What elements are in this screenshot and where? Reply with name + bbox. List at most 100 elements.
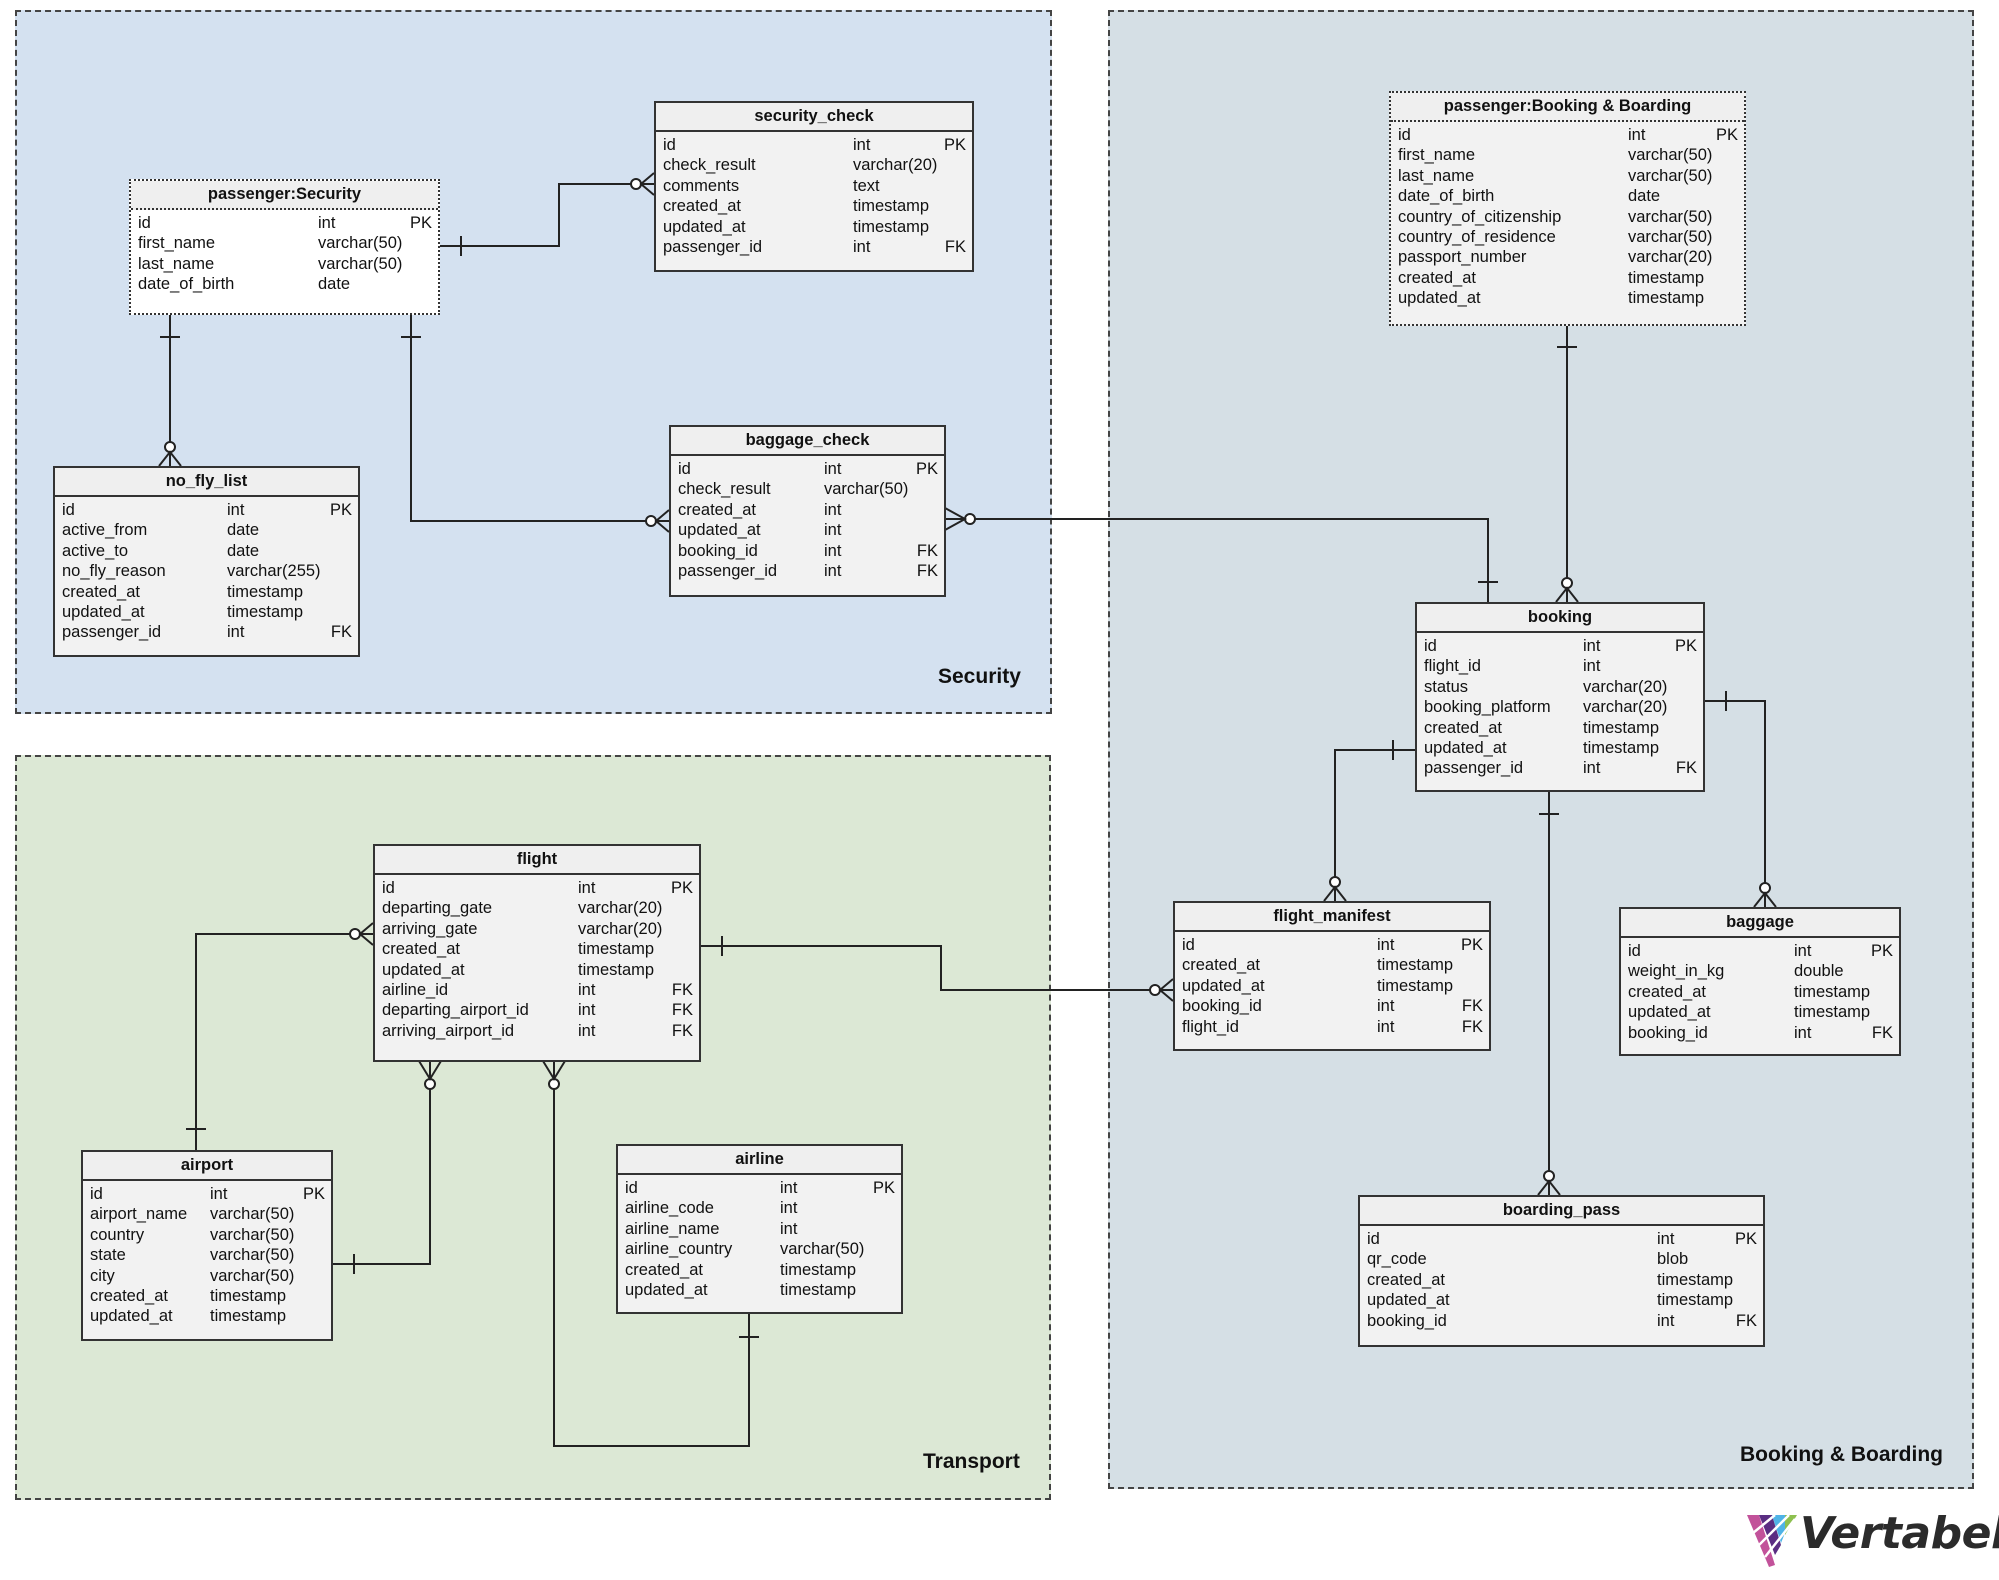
column-row[interactable]: updated_at timestamp bbox=[1182, 976, 1483, 996]
table-boarding-pass[interactable]: boarding_pass id int PK qr_code blob created_a… bbox=[1358, 1195, 1765, 1347]
column-row[interactable]: passport_number varchar(20) bbox=[1398, 247, 1738, 267]
column-row[interactable]: created_at timestamp bbox=[663, 196, 966, 216]
column-row[interactable]: first_name varchar(50) bbox=[138, 233, 432, 253]
column-row[interactable]: booking_id int FK bbox=[678, 541, 938, 561]
column-row[interactable]: updated_at timestamp bbox=[1424, 738, 1697, 758]
column-name: airport_name bbox=[90, 1205, 188, 1224]
column-row[interactable]: passenger_id int FK bbox=[1424, 758, 1697, 778]
column-row[interactable]: status varchar(20) bbox=[1424, 677, 1697, 697]
table-flight[interactable]: flight id int PK departing_gate varchar(20) ar… bbox=[373, 844, 701, 1062]
column-name: first_name bbox=[138, 234, 216, 253]
column-type: varchar(20) bbox=[578, 919, 663, 938]
column-row[interactable]: id int PK bbox=[1628, 941, 1893, 961]
column-row[interactable]: no_fly_reason varchar(255) bbox=[62, 561, 352, 581]
column-row[interactable]: airport_name varchar(50) bbox=[90, 1204, 325, 1224]
column-row[interactable]: passenger_id int FK bbox=[62, 622, 352, 642]
column-row[interactable]: flight_id int bbox=[1424, 656, 1697, 676]
column-row[interactable]: id int PK bbox=[62, 500, 352, 520]
column-row[interactable]: created_at timestamp bbox=[625, 1260, 895, 1280]
column-row[interactable]: id int PK bbox=[1424, 636, 1697, 656]
column-row[interactable]: created_at timestamp bbox=[1628, 982, 1893, 1002]
column-row[interactable]: created_at timestamp bbox=[1424, 718, 1697, 738]
table-airline[interactable]: airline id int PK airline_code int airline_nam… bbox=[616, 1144, 903, 1314]
column-row[interactable]: country varchar(50) bbox=[90, 1225, 325, 1245]
column-row[interactable]: created_at timestamp bbox=[1398, 268, 1738, 288]
column-row[interactable]: flight_id int FK bbox=[1182, 1017, 1483, 1037]
table-booking[interactable]: booking id int PK flight_id int status varchar(… bbox=[1415, 602, 1705, 792]
column-row[interactable]: check_result varchar(20) bbox=[663, 155, 966, 175]
table-passenger-security[interactable]: passenger:Security id int PK first_name varch… bbox=[129, 179, 440, 315]
table-airport[interactable]: airport id int PK airport_name varchar(50) cou… bbox=[81, 1150, 333, 1341]
column-row[interactable]: first_name varchar(50) bbox=[1398, 145, 1738, 165]
column-row[interactable]: booking_id int FK bbox=[1367, 1311, 1757, 1331]
column-row[interactable]: country_of_citizenship varchar(50) bbox=[1398, 207, 1738, 227]
column-row[interactable]: city varchar(50) bbox=[90, 1266, 325, 1286]
column-row[interactable]: updated_at timestamp bbox=[1398, 288, 1738, 308]
column-row[interactable]: created_at timestamp bbox=[62, 582, 352, 602]
column-row[interactable]: active_from date bbox=[62, 520, 352, 540]
column-row[interactable]: booking_platform varchar(20) bbox=[1424, 697, 1697, 717]
column-name: date_of_birth bbox=[1398, 187, 1495, 206]
column-row[interactable]: last_name varchar(50) bbox=[1398, 166, 1738, 186]
column-row[interactable]: active_to date bbox=[62, 541, 352, 561]
column-row[interactable]: id int PK bbox=[1182, 935, 1483, 955]
column-row[interactable]: id int PK bbox=[1398, 125, 1738, 145]
column-type: varchar(50) bbox=[210, 1225, 295, 1244]
column-row[interactable]: airline_id int FK bbox=[382, 980, 693, 1000]
column-row[interactable]: airline_country varchar(50) bbox=[625, 1239, 895, 1259]
column-row[interactable]: last_name varchar(50) bbox=[138, 254, 432, 274]
column-row[interactable]: passenger_id int FK bbox=[663, 237, 966, 257]
column-row[interactable]: arriving_gate varchar(20) bbox=[382, 919, 693, 939]
column-row[interactable]: check_result varchar(50) bbox=[678, 479, 938, 499]
column-name: created_at bbox=[625, 1260, 703, 1279]
column-row[interactable]: id int PK bbox=[625, 1178, 895, 1198]
column-row[interactable]: created_at timestamp bbox=[1182, 955, 1483, 975]
column-row[interactable]: id int PK bbox=[138, 213, 432, 233]
column-row[interactable]: created_at timestamp bbox=[90, 1286, 325, 1306]
column-row[interactable]: updated_at timestamp bbox=[90, 1306, 325, 1326]
column-row[interactable]: updated_at timestamp bbox=[663, 217, 966, 237]
column-row[interactable]: updated_at timestamp bbox=[625, 1280, 895, 1300]
column-row[interactable]: state varchar(50) bbox=[90, 1245, 325, 1265]
column-row[interactable]: weight_in_kg double bbox=[1628, 961, 1893, 981]
column-row[interactable]: date_of_birth date bbox=[138, 274, 432, 294]
column-row[interactable]: updated_at timestamp bbox=[1628, 1002, 1893, 1022]
column-row[interactable]: comments text bbox=[663, 176, 966, 196]
column-name: qr_code bbox=[1367, 1250, 1427, 1269]
column-row[interactable]: id int PK bbox=[1367, 1229, 1757, 1249]
column-row[interactable]: date_of_birth date bbox=[1398, 186, 1738, 206]
column-row[interactable]: airline_name int bbox=[625, 1219, 895, 1239]
column-name: no_fly_reason bbox=[62, 562, 166, 581]
column-row[interactable]: id int PK bbox=[382, 878, 693, 898]
column-list: id int PK check_result varchar(50) created_at… bbox=[671, 456, 944, 581]
column-row[interactable]: country_of_residence varchar(50) bbox=[1398, 227, 1738, 247]
table-no-fly-list[interactable]: no_fly_list id int PK active_from date active_… bbox=[53, 466, 360, 657]
table-flight-manifest[interactable]: flight_manifest id int PK created_at timestam… bbox=[1173, 901, 1491, 1051]
column-row[interactable]: departing_gate varchar(20) bbox=[382, 898, 693, 918]
column-row[interactable]: created_at timestamp bbox=[382, 939, 693, 959]
column-row[interactable]: created_at timestamp bbox=[1367, 1270, 1757, 1290]
column-row[interactable]: id int PK bbox=[678, 459, 938, 479]
column-row[interactable]: id int PK bbox=[90, 1184, 325, 1204]
column-row[interactable]: created_at int bbox=[678, 500, 938, 520]
column-row[interactable]: booking_id int FK bbox=[1628, 1023, 1893, 1043]
table-baggage-check[interactable]: baggage_check id int PK check_result varchar(… bbox=[669, 425, 946, 597]
column-row[interactable]: updated_at int bbox=[678, 520, 938, 540]
column-row[interactable]: qr_code blob bbox=[1367, 1249, 1757, 1269]
column-row[interactable]: departing_airport_id int FK bbox=[382, 1000, 693, 1020]
table-passenger-booking[interactable]: passenger:Booking & Boarding id int PK first… bbox=[1389, 91, 1746, 326]
column-key-badge: FK bbox=[916, 561, 938, 580]
column-row[interactable]: passenger_id int FK bbox=[678, 561, 938, 581]
column-row[interactable]: arriving_airport_id int FK bbox=[382, 1021, 693, 1041]
table-security-check[interactable]: security_check id int PK check_result varchar… bbox=[654, 101, 974, 272]
column-row[interactable]: id int PK bbox=[663, 135, 966, 155]
column-row[interactable]: updated_at timestamp bbox=[382, 960, 693, 980]
column-row[interactable]: booking_id int FK bbox=[1182, 996, 1483, 1016]
column-row[interactable]: updated_at timestamp bbox=[62, 602, 352, 622]
column-type: int bbox=[578, 1001, 596, 1020]
column-list: id int PK check_result varchar(20) comments te… bbox=[656, 132, 972, 257]
column-row[interactable]: updated_at timestamp bbox=[1367, 1290, 1757, 1310]
link-baggage-check-booking bbox=[945, 518, 1489, 602]
column-row[interactable]: airline_code int bbox=[625, 1198, 895, 1218]
table-baggage[interactable]: baggage id int PK weight_in_kg double created_… bbox=[1619, 907, 1901, 1056]
